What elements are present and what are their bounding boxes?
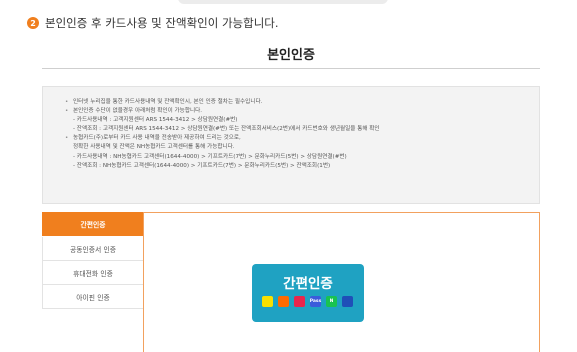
notice-line: - 잔액조회 : NH농협카드 고객센터(1644-4000) > 기프트카드(… [73, 162, 331, 169]
section-title: 본인인증 [267, 48, 315, 63]
top-decoration [178, 0, 388, 4]
tab-joint-cert-auth[interactable]: 공동인증서 인증 [42, 237, 143, 261]
step-heading: 2 본인인증 후 카드사용 및 잔액확인이 가능합니다. [27, 15, 279, 31]
kakao-icon [262, 296, 273, 307]
notice-list: 인터넷 누리집을 통한 카드사용내역 및 잔액확인시, 본인 인증 절차는 필수… [65, 98, 539, 171]
notice-line: 농협카드(주)로부터 카드 사용 내역을 전송받아 제공하여 드리는 것으로, [65, 134, 539, 143]
pass-icon: Pass [310, 296, 321, 307]
notice-line: 인터넷 누리집을 통한 카드사용내역 및 잔액확인시, 본인 인증 절차는 필수… [65, 98, 539, 107]
samsung-pass-icon [294, 296, 305, 307]
shinhan-icon [342, 296, 353, 307]
notice-line: 본인인증 수단이 없을경우 아래처럼 확인이 가능합니다. [65, 107, 539, 116]
notice-line: - 카드사용내역 : 고객지원센터 ARS 1544-3412 > 상담원연결(… [73, 117, 238, 124]
tab-mobile-auth[interactable]: 휴대전화 인증 [42, 261, 143, 285]
notice-line: - 잔액조회 : 고객지원센터 ARS 1544-3412 > 상담원연결(#번… [73, 126, 380, 133]
notice-box: 인터넷 누리집을 통한 카드사용내역 및 잔액확인시, 본인 인증 절차는 필수… [42, 86, 540, 204]
provider-icon-row: Pass N [262, 296, 353, 307]
easy-auth-label: 간편인증 [283, 276, 333, 292]
tab-easy-auth[interactable]: 간편인증 [42, 212, 143, 236]
auth-method-tabs: 간편인증 공동인증서 인증 휴대전화 인증 아이핀 인증 [42, 212, 143, 309]
easy-auth-button[interactable]: 간편인증 Pass N [252, 264, 364, 322]
step-heading-text: 본인인증 후 카드사용 및 잔액확인이 가능합니다. [45, 16, 279, 30]
notice-line: - 카드사용내역 : NH농협카드 고객센터(1644-4000) > 기프트카… [73, 153, 347, 160]
step-number-badge: 2 [27, 17, 39, 29]
auth-tab-list: 간편인증 공동인증서 인증 휴대전화 인증 아이핀 인증 [42, 212, 143, 309]
section-divider [42, 68, 540, 69]
tab-ipin-auth[interactable]: 아이핀 인증 [42, 285, 143, 309]
naver-icon: N [326, 296, 337, 307]
payco-icon [278, 296, 289, 307]
notice-line: 정확한 사용내역 및 잔액은 NH농협카드 고객센터를 통해 가능합니다. [73, 144, 235, 151]
